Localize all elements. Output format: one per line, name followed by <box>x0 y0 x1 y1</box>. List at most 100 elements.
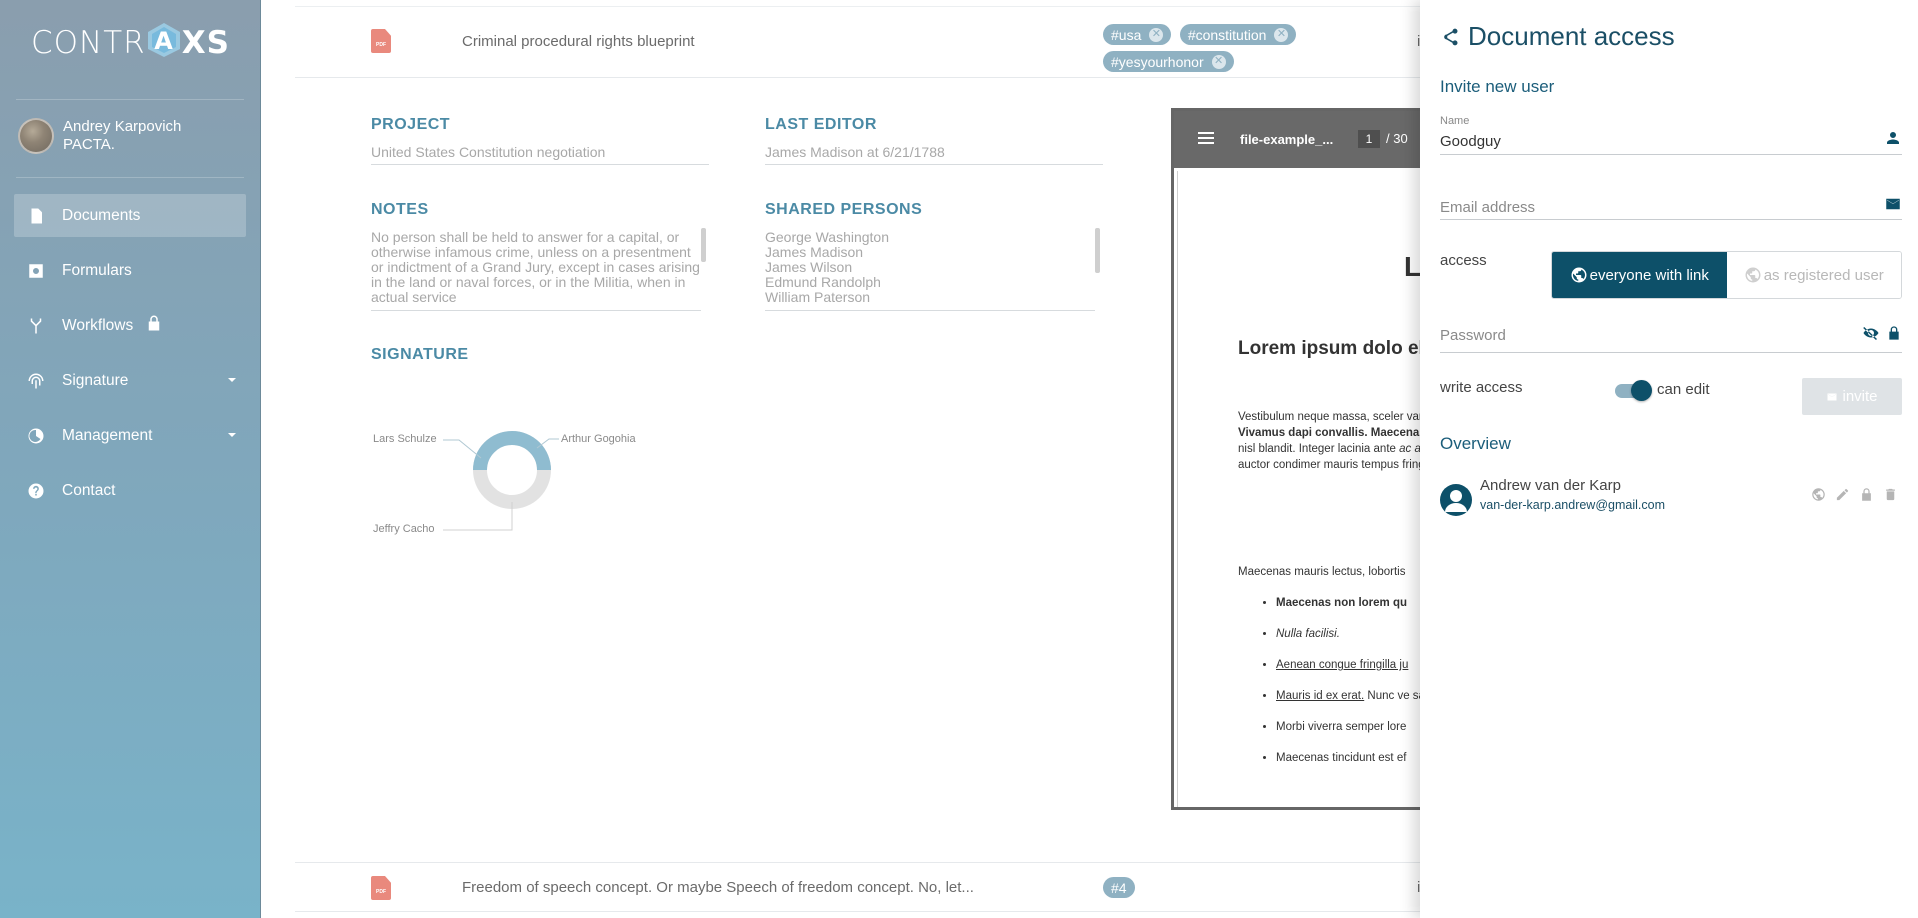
drawer-title-text: Document access <box>1468 21 1675 51</box>
invite-button[interactable]: invite <box>1802 378 1902 415</box>
invite-button-label: invite <box>1842 388 1878 405</box>
sidebar-item-formulars[interactable]: Formulars <box>14 249 246 292</box>
can-edit-toggle[interactable] <box>1615 380 1652 401</box>
sidebar-item-signature[interactable]: Signature <box>14 359 246 402</box>
lock-icon[interactable] <box>1886 324 1902 347</box>
pdf-paragraph: Maecenas mauris lectus, lobortis <box>1238 566 1406 578</box>
close-icon[interactable]: ✕ <box>1149 27 1164 42</box>
tag-chip[interactable]: #yesyourhonor ✕ <box>1103 51 1234 72</box>
user-profile[interactable]: Andrey Karpovich PACTA. <box>18 118 181 154</box>
sidebar-item-label: Formulars <box>62 261 132 279</box>
avatar <box>18 118 54 154</box>
document-access-drawer: Document access Invite new user Name Goo… <box>1420 0 1918 918</box>
tag-label: #yesyourhonor <box>1111 53 1204 70</box>
sidebar-item-label: Management <box>62 426 153 444</box>
signature-label: SIGNATURE <box>371 346 469 363</box>
list-item: George Washington <box>765 230 889 245</box>
tag-chip[interactable]: #constitution ✕ <box>1179 24 1297 45</box>
tag-chip[interactable]: #usa ✕ <box>1103 24 1172 45</box>
close-icon[interactable]: ✕ <box>1211 54 1226 69</box>
notes-label: NOTES <box>371 201 429 218</box>
shared-persons-list[interactable]: George Washington James Madison James Wi… <box>765 230 1095 311</box>
signature-person-label: Arthur Gogohia <box>561 433 636 445</box>
pdf-page-total: / 30 <box>1386 131 1408 146</box>
lock-icon <box>145 314 163 337</box>
signature-person-label: Jeffry Cacho <box>373 523 435 535</box>
access-registered-button[interactable]: as registered user <box>1726 252 1901 298</box>
eye-off-icon[interactable] <box>1862 324 1880 347</box>
password-field[interactable]: Password <box>1440 318 1902 353</box>
overview-actions <box>1806 484 1902 504</box>
access-everyone-button[interactable]: everyone with link <box>1552 252 1727 298</box>
list-item: Nulla facilisi. <box>1276 626 1421 642</box>
menu-icon[interactable] <box>1198 132 1214 144</box>
user-name-line1: Andrey Karpovich <box>63 118 182 135</box>
email-field[interactable]: Email address <box>1440 185 1902 220</box>
list-item: Andrew van der Karp van-der-karp.andrew@… <box>1440 474 1902 524</box>
pdf-file-icon: PDF <box>371 29 391 53</box>
user-name: Andrey Karpovich PACTA. <box>63 118 181 154</box>
pdf-file-name: file-example_... <box>1240 132 1334 147</box>
management-icon <box>26 426 46 446</box>
chevron-down-icon <box>228 378 236 382</box>
project-label: PROJECT <box>371 116 451 133</box>
chevron-down-icon <box>228 433 236 437</box>
list-item: Edmund Randolph <box>765 274 881 290</box>
close-icon[interactable]: ✕ <box>1274 27 1289 42</box>
help-icon <box>26 481 46 501</box>
project-value[interactable]: United States Constitution negotiation <box>371 144 709 165</box>
list-item: Aenean congue fringilla ju <box>1276 657 1421 673</box>
sidebar-item-label: Signature <box>62 371 129 389</box>
name-field-value: Goodguy <box>1440 133 1501 150</box>
notes-scrollbar[interactable] <box>701 228 706 262</box>
logo-text-left: CONTR <box>31 25 146 61</box>
shared-scrollbar[interactable] <box>1095 228 1100 273</box>
formular-icon <box>26 261 46 281</box>
sidebar-item-management[interactable]: Management <box>14 414 246 457</box>
mail-icon <box>1827 393 1837 400</box>
divider <box>16 99 244 100</box>
document-icon <box>26 206 46 226</box>
lock-icon[interactable] <box>1854 484 1878 504</box>
list-item: Maecenas tincidunt est ef <box>1276 750 1421 766</box>
divider <box>16 177 244 178</box>
pdf-text: Morbi viverra semper lore <box>1276 721 1407 733</box>
sidebar-item-contact[interactable]: Contact <box>14 469 246 512</box>
pdf-text-underline: Mauris id ex erat. <box>1276 690 1365 702</box>
overview-user-name: Andrew van der Karp <box>1480 477 1621 494</box>
workflow-icon <box>26 316 46 336</box>
list-item: Maecenas non lorem qu <box>1276 595 1421 611</box>
list-item: James Madison <box>765 244 864 260</box>
pdf-bullet-list: Maecenas non lorem qu Nulla facilisi. Ae… <box>1276 595 1421 781</box>
name-field[interactable]: Name Goodguy <box>1440 115 1902 155</box>
tag-list: #usa ✕ #constitution ✕ #yesyourhonor ✕ <box>1103 24 1363 78</box>
sidebar-item-documents[interactable]: Documents <box>14 194 246 237</box>
pdf-page: Lo Lorem ipsum dolo elit. Nunc ac faucib… <box>1177 171 1421 807</box>
globe-icon <box>1571 267 1587 283</box>
email-field-placeholder: Email address <box>1440 199 1536 216</box>
pdf-viewer[interactable]: file-example_... 1 / 30 Lo Lorem ipsum d… <box>1171 108 1421 810</box>
access-toggle: everyone with link as registered user <box>1551 251 1902 299</box>
sidebar-item-label: Contact <box>62 481 116 499</box>
pdf-text-italic: ac accumsan nunc vehicula vita <box>1399 443 1421 455</box>
notes-textarea[interactable]: No person shall be held to answer for a … <box>371 230 701 311</box>
pdf-text-underline: Aenean congue fringilla ju <box>1276 659 1409 671</box>
app-logo[interactable]: CONTR A XS <box>0 22 261 61</box>
document-title[interactable]: Freedom of speech concept. Or maybe Spee… <box>462 879 974 896</box>
invite-heading: Invite new user <box>1440 77 1555 96</box>
pdf-page-input[interactable]: 1 <box>1358 130 1380 148</box>
tag-chip[interactable]: #4 <box>1103 877 1135 898</box>
edit-icon[interactable] <box>1830 484 1854 504</box>
sidebar-item-workflows[interactable]: Workflows <box>14 304 246 347</box>
document-title[interactable]: Criminal procedural rights blueprint <box>462 33 695 50</box>
trash-icon[interactable] <box>1878 484 1902 504</box>
tag-list: #4 <box>1103 877 1363 904</box>
globe-icon[interactable] <box>1806 484 1830 504</box>
pdf-text-bold: Vivamus dapi convallis. Maecenas sed ege <box>1238 427 1421 439</box>
signature-donut: Lars Schulze Arthur Gogohia Jeffry Cacho <box>371 420 701 550</box>
person-icon <box>1884 129 1902 152</box>
user-avatar-icon <box>1440 484 1472 516</box>
overview-user-email: van-der-karp.andrew@gmail.com <box>1480 498 1665 512</box>
list-item: Morbi viverra semper lore <box>1276 719 1421 735</box>
tag-label: #4 <box>1111 879 1127 896</box>
